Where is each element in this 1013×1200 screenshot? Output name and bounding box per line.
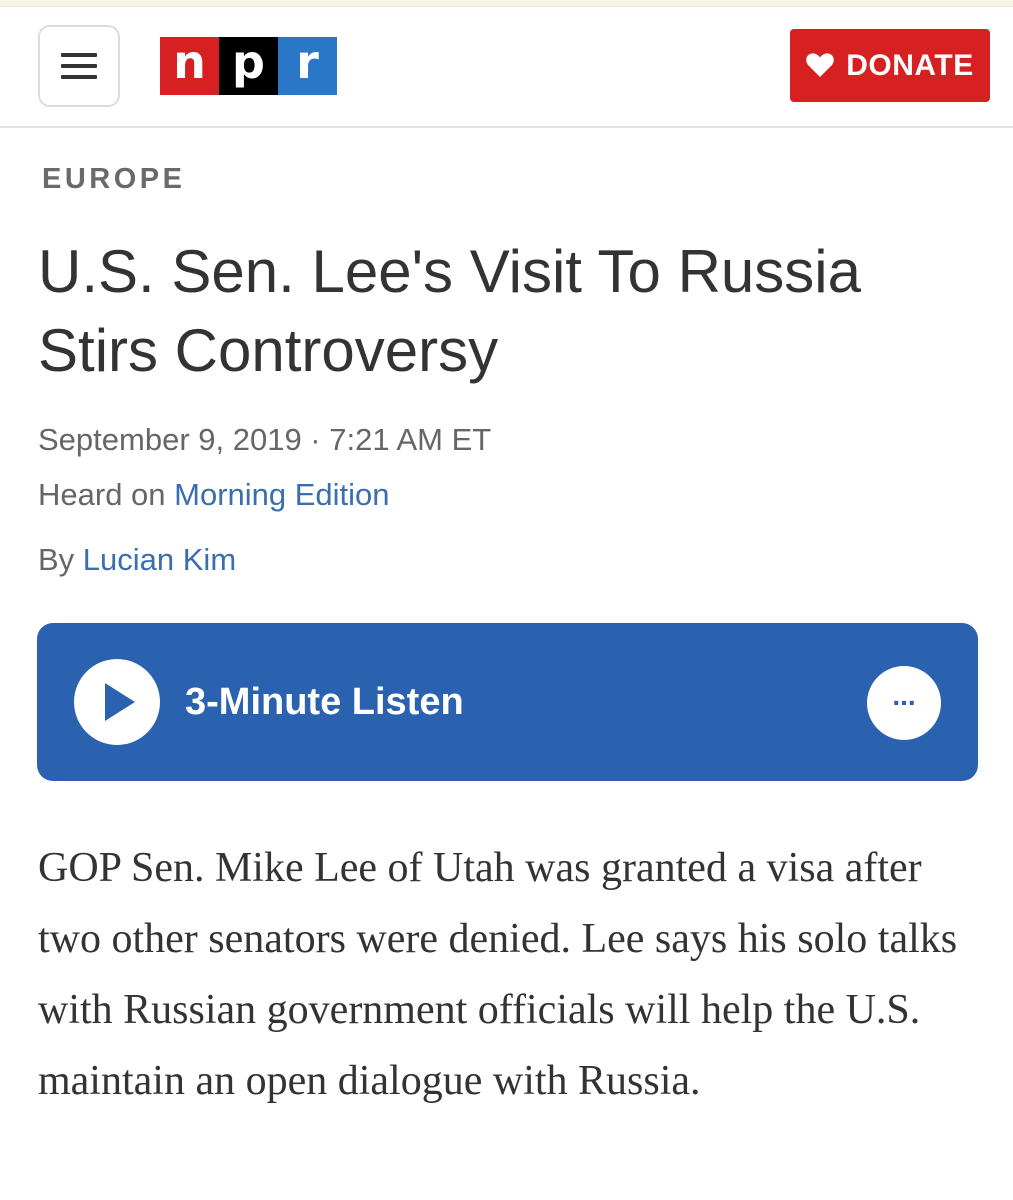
logo-letter-r: r [278,37,337,95]
article-date: September 9, 2019 · 7:21 AM ET [38,422,492,457]
logo-letter-n: n [160,37,219,95]
heard-on-line: Heard on Morning Edition [38,477,390,513]
site-header: n p r DONATE [0,7,1013,128]
listen-label[interactable]: 3-Minute Listen [185,681,464,724]
donate-label: DONATE [846,48,974,82]
menu-button[interactable] [38,25,120,107]
article-teaser: GOP Sen. Mike Lee of Utah was granted a … [38,845,958,1104]
section-label[interactable]: EUROPE [42,163,185,196]
author-link[interactable]: Lucian Kim [83,542,236,577]
audio-player: 3-Minute Listen ... [37,623,978,781]
more-options-icon[interactable]: ... [867,666,941,740]
heart-icon [806,53,835,77]
play-icon [105,683,135,721]
byline-prefix: By [38,542,83,577]
top-rule [0,0,1013,7]
article-headline: U.S. Sen. Lee's Visit To Russia Stirs Co… [38,238,861,384]
npr-logo[interactable]: n p r [160,37,337,95]
program-link[interactable]: Morning Edition [174,477,389,512]
logo-letter-p: p [219,37,278,95]
byline: By Lucian Kim [38,542,236,578]
donate-button[interactable]: DONATE [790,29,990,102]
play-button[interactable] [74,659,160,745]
heard-on-prefix: Heard on [38,477,175,512]
hamburger-menu-icon [61,53,97,79]
